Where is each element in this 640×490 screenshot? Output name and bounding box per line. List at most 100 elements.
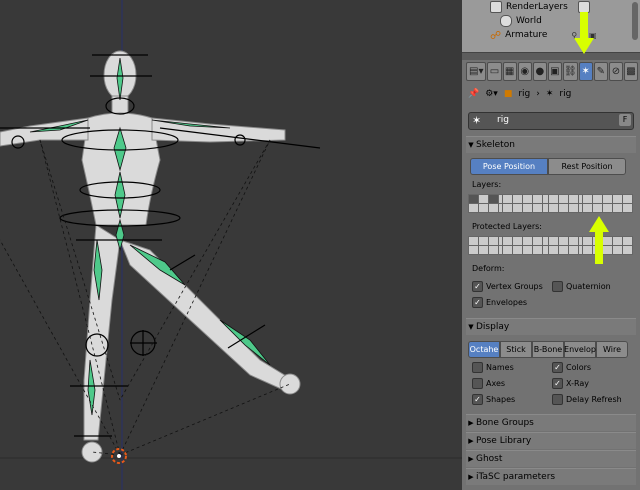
properties-tabs: ▤▾ ▭ ▦ ◉ ● ▣ ⛓ ✶ ✎ ⊘ ▩: [466, 62, 639, 81]
quaternion-label: Quaternion: [566, 282, 611, 291]
protected-layers-block-2[interactable]: [502, 236, 553, 255]
axes-label: Axes: [486, 379, 506, 388]
outliner-item-label: RenderLayers: [506, 2, 568, 12]
checkbox-icon: [472, 281, 483, 292]
world-icon: [500, 15, 512, 27]
section-title: Pose Library: [476, 436, 532, 446]
arrow-down-highlight-icon: [574, 12, 594, 54]
tab-bone-constraints[interactable]: ⊘: [608, 62, 623, 81]
pose-position-button[interactable]: Pose Position: [470, 158, 548, 175]
names-label: Names: [486, 363, 514, 372]
outliner-scrollbar[interactable]: [632, 2, 638, 40]
delay-refresh-checkbox[interactable]: Delay Refresh: [552, 394, 622, 405]
section-title: Ghost: [476, 454, 503, 464]
protected-layers-label: Protected Layers:: [472, 222, 542, 231]
tab-render[interactable]: ▭: [487, 62, 502, 81]
itasc-panel-header[interactable]: ▶ iTaSC parameters: [466, 468, 636, 485]
datablock-name-field: ✶ F: [468, 112, 634, 130]
vertex-groups-checkbox[interactable]: Vertex Groups: [472, 281, 543, 292]
breadcrumb-object: rig: [518, 89, 531, 99]
checkbox-icon: [552, 362, 563, 373]
arrow-up-highlight-icon: [589, 216, 609, 264]
xray-checkbox[interactable]: X-Ray: [552, 378, 589, 389]
pose-library-panel-header[interactable]: ▶ Pose Library: [466, 432, 636, 449]
fake-user-button[interactable]: F: [619, 114, 631, 126]
colors-checkbox[interactable]: Colors: [552, 362, 591, 373]
tab-render-layers[interactable]: ▦: [502, 62, 517, 81]
disclosure-closed-icon: ▶: [468, 455, 474, 463]
outliner: RenderLayers World ☍ Armature ⚲ ⇱ ▣: [462, 0, 640, 53]
envelopes-label: Envelopes: [486, 298, 528, 307]
draw-type-envelope[interactable]: Envelop: [564, 341, 596, 358]
tab-world[interactable]: ●: [532, 62, 547, 81]
area-divider[interactable]: [462, 53, 640, 60]
checkbox-icon: [552, 378, 563, 389]
armature-figure-view: [0, 0, 462, 490]
draw-type-wire[interactable]: Wire: [596, 341, 628, 358]
3d-cursor-icon: [111, 448, 127, 464]
delay-refresh-label: Delay Refresh: [566, 395, 622, 404]
checkbox-icon: [552, 281, 563, 292]
display-title: Display: [476, 322, 510, 332]
layers-label: Layers:: [472, 180, 502, 189]
shapes-checkbox[interactable]: Shapes: [472, 394, 515, 405]
shapes-label: Shapes: [486, 395, 516, 404]
disclosure-open-icon: ▼: [468, 141, 474, 149]
skeleton-title: Skeleton: [476, 140, 515, 150]
tab-editor-type[interactable]: ▤▾: [466, 62, 487, 81]
axes-checkbox[interactable]: Axes: [472, 378, 505, 389]
chevron-right-icon: ›: [536, 89, 540, 99]
display-panel-header[interactable]: ▼ Display: [466, 318, 636, 335]
rest-position-button[interactable]: Rest Position: [548, 158, 626, 175]
tab-texture[interactable]: ▩: [623, 62, 639, 81]
tab-bone[interactable]: ✎: [593, 62, 608, 81]
disclosure-closed-icon: ▶: [468, 419, 474, 427]
armature-icon: ☍: [490, 28, 502, 42]
layers-block-2[interactable]: [502, 194, 553, 213]
bones: [29, 57, 271, 416]
outliner-item-label: Armature: [505, 30, 548, 40]
disclosure-closed-icon: ▶: [468, 473, 474, 481]
disclosure-open-icon: ▼: [468, 323, 474, 331]
draw-type-bbone[interactable]: B-Bone: [532, 341, 564, 358]
datablock-name-input[interactable]: [495, 114, 615, 126]
bone-groups-panel-header[interactable]: ▶ Bone Groups: [466, 414, 636, 431]
tab-armature-data[interactable]: ✶: [578, 62, 593, 81]
deform-label: Deform:: [472, 264, 505, 273]
properties-panel: RenderLayers World ☍ Armature ⚲ ⇱ ▣ ▤▾ ▭…: [462, 0, 640, 490]
tab-constraints[interactable]: ⛓: [562, 62, 578, 81]
envelopes-checkbox[interactable]: Envelopes: [472, 297, 527, 308]
outliner-item-world[interactable]: World: [500, 14, 542, 28]
colors-label: Colors: [566, 363, 592, 372]
draw-type-selector: Octahe Stick B-Bone Envelop Wire: [468, 341, 628, 358]
layers-block-4[interactable]: [582, 194, 633, 213]
armature-data-icon: ✶: [472, 114, 482, 127]
breadcrumb: 📌 ⚙▾ ■ rig › ✶ rig: [468, 86, 638, 102]
section-title: Bone Groups: [476, 418, 534, 428]
3d-viewport[interactable]: [0, 0, 462, 490]
xray-label: X-Ray: [566, 379, 589, 388]
scene-icon: ⚙▾: [485, 89, 498, 99]
ghost-panel-header[interactable]: ▶ Ghost: [466, 450, 636, 467]
pose-rest-toggle: Pose Position Rest Position: [470, 158, 626, 175]
names-checkbox[interactable]: Names: [472, 362, 514, 373]
section-title: iTaSC parameters: [476, 472, 556, 482]
checkbox-icon: [472, 362, 483, 373]
object-icon: ■: [503, 89, 513, 99]
breadcrumb-data: rig: [559, 89, 572, 99]
checkbox-icon: [472, 297, 483, 308]
vertex-groups-label: Vertex Groups: [486, 282, 543, 291]
render-layers-icon: [490, 1, 502, 13]
draw-type-octahedral[interactable]: Octahe: [468, 341, 500, 358]
checkbox-icon: [472, 378, 483, 389]
tab-scene[interactable]: ◉: [517, 62, 532, 81]
quaternion-checkbox[interactable]: Quaternion: [552, 281, 611, 292]
tab-object[interactable]: ▣: [547, 62, 562, 81]
disclosure-closed-icon: ▶: [468, 437, 474, 445]
draw-type-stick[interactable]: Stick: [500, 341, 532, 358]
outliner-item-label: World: [516, 16, 542, 26]
checkbox-icon: [552, 394, 563, 405]
skeleton-panel-header[interactable]: ▼ Skeleton: [466, 136, 636, 153]
pin-icon[interactable]: 📌: [468, 89, 479, 99]
armature-data-icon: ✶: [545, 89, 554, 99]
